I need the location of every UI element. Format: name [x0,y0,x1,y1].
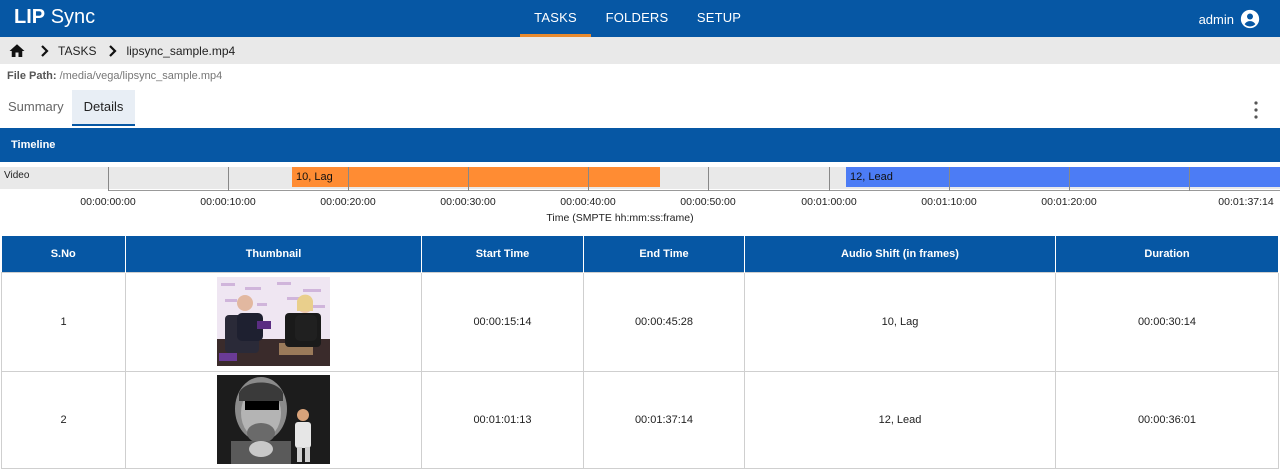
cell-sno: 2 [1,370,126,469]
tab-summary[interactable]: Summary [0,90,72,126]
table-row[interactable]: 1 00:00:15:14 00:00:45:28 10, Lag 00:00:… [1,271,1279,372]
col-header-audio-shift[interactable]: Audio Shift (in frames) [744,236,1056,272]
tick-label: 00:00:20:00 [320,196,376,208]
axis-title: Time (SMPTE hh:mm:ss:frame) [546,212,694,224]
col-header-end-time[interactable]: End Time [583,236,745,272]
cell-end-time: 00:00:45:28 [583,271,745,372]
top-navigation-bar: LIP Sync TASKS FOLDERS SETUP admin [0,0,1280,37]
home-icon[interactable] [8,42,26,60]
results-table: S.No Thumbnail Start Time End Time Audio… [1,236,1279,469]
tick-label: 00:00:00:00 [80,196,136,208]
tick-label: 00:00:40:00 [560,196,616,208]
black-white-thumbnail[interactable] [217,375,330,464]
track-label-video: Video [4,170,30,181]
logo-text: Sync [50,6,96,28]
cell-duration: 00:00:36:01 [1055,370,1279,469]
col-header-sno[interactable]: S.No [1,236,126,272]
timeline-tick [468,167,469,191]
nav-folders[interactable]: FOLDERS [603,0,671,37]
timeline-tick [1069,167,1070,191]
more-options-icon[interactable] [1254,101,1258,119]
tick-label: 00:01:00:00 [801,196,857,208]
cell-audio-shift: 10, Lag [744,271,1056,372]
tick-label: 00:01:20:00 [1041,196,1097,208]
cell-duration: 00:00:30:14 [1055,271,1279,372]
file-path: File Path: /media/vega/lipsync_sample.mp… [7,70,222,82]
tick-label: 00:01:10:00 [921,196,977,208]
tick-label: 00:00:10:00 [200,196,256,208]
col-header-thumbnail[interactable]: Thumbnail [125,236,422,272]
timeline-segment-lead[interactable]: 12, Lead [846,167,1280,187]
tab-bar: Summary Details [0,90,136,126]
timeline-tick [108,167,109,191]
breadcrumb-file: lipsync_sample.mp4 [126,43,236,58]
timeline-tick [1189,167,1190,191]
timeline-tick [588,167,589,191]
tick-label: 00:00:50:00 [680,196,736,208]
nav-setup[interactable]: SETUP [694,0,744,37]
username: admin [1198,11,1234,27]
cell-thumbnail [125,271,422,372]
file-path-value: /media/vega/lipsync_sample.mp4 [59,70,223,82]
tick-label: 00:00:30:00 [440,196,496,208]
breadcrumb: TASKS lipsync_sample.mp4 [0,37,1280,64]
tab-details[interactable]: Details [71,90,136,126]
col-header-start-time[interactable]: Start Time [421,236,584,272]
cell-audio-shift: 12, Lead [744,370,1056,469]
timeline-axis [108,190,1280,191]
timeline-tick [829,167,830,191]
chevron-right-icon [41,44,49,57]
chevron-right-icon [109,44,118,57]
account-circle-icon [1240,9,1260,29]
cell-sno: 1 [1,271,126,372]
talk-show-thumbnail[interactable] [217,277,330,366]
user-menu[interactable]: admin [1199,9,1260,29]
timeline-header: Timeline [0,128,1280,162]
file-path-label: File Path: [7,70,57,82]
timeline-tick [348,167,349,191]
cell-thumbnail [125,370,422,469]
table-row[interactable]: 2 00:01:01:13 00:01:37:14 12, Lead 00:00… [1,370,1279,469]
col-header-duration[interactable]: Duration [1055,236,1279,272]
app-logo[interactable]: LIP Sync [14,6,95,29]
cell-start-time: 00:01:01:13 [421,370,584,469]
breadcrumb-tasks[interactable]: TASKS [58,44,96,58]
tick-label: 00:01:37:14 [1218,196,1274,208]
timeline-tick [228,167,229,191]
timeline-tick [949,167,950,191]
cell-end-time: 00:01:37:14 [583,370,745,469]
table-header-row: S.No Thumbnail Start Time End Time Audio… [1,236,1279,272]
nav-tasks[interactable]: TASKS [520,0,591,37]
cell-start-time: 00:00:15:14 [421,271,584,372]
timeline-tick [708,167,709,191]
